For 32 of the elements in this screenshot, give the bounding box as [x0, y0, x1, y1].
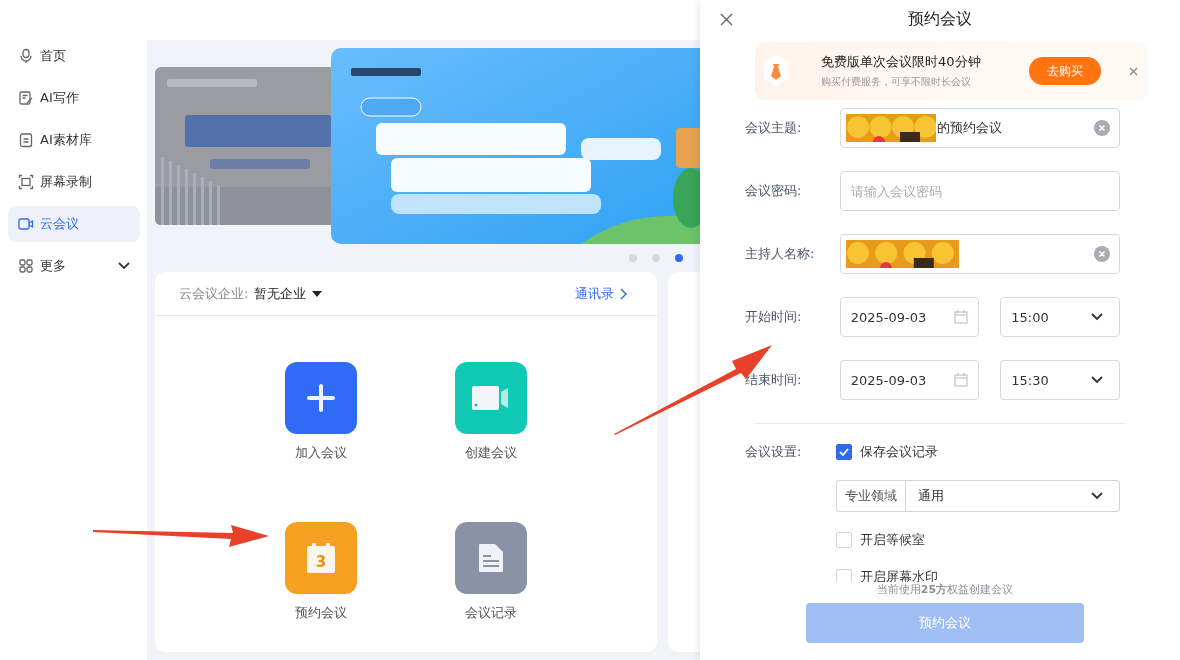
sidebar-item[interactable]: 更多: [8, 248, 140, 284]
field-label: 会议密码:: [745, 182, 803, 200]
action-tile[interactable]: 加入会议: [271, 362, 371, 462]
sidebar-item[interactable]: 云会议: [8, 206, 140, 242]
time-select[interactable]: 15:30: [1000, 360, 1120, 400]
contacts-link[interactable]: 通讯录: [575, 284, 627, 303]
checkbox-label: 开启屏幕水印: [860, 568, 938, 584]
field-label: 会议主题:: [745, 119, 803, 137]
action-tile[interactable]: 创建会议: [441, 362, 541, 462]
sidebar-item[interactable]: AI素材库: [8, 122, 140, 158]
promo-subtitle: 购买付费服务，可享不限时长会议: [821, 75, 972, 89]
promo-title: 免费版单次会议限时40分钟: [821, 53, 982, 71]
checkbox-label: 开启等候室: [860, 531, 925, 549]
time-select[interactable]: 15:00: [1000, 297, 1120, 337]
quota-note: 当前使用25方权益创建会议: [876, 582, 1014, 597]
calendar-icon: 3: [306, 543, 336, 573]
checkbox-label: 保存会议记录: [860, 443, 938, 461]
field-label: 开始时间:: [745, 308, 803, 326]
action-tile[interactable]: 会议记录: [441, 522, 541, 622]
dialog-title: 预约会议: [907, 8, 973, 30]
enterprise-dropdown[interactable]: 暂无企业: [254, 284, 323, 303]
date-field[interactable]: 2025-09-03: [839, 360, 980, 400]
input-field[interactable]: 请输入会议密码: [840, 171, 1120, 211]
sidebar-item[interactable]: 首页: [8, 38, 140, 74]
sidebar-item[interactable]: AI写作: [8, 80, 140, 116]
enterprise-label: 云会议企业:: [179, 284, 249, 303]
action-tile[interactable]: 3 预约会议: [271, 522, 371, 622]
date-field[interactable]: 2025-09-03: [839, 297, 980, 337]
field-label: 会议设置:: [745, 443, 803, 461]
field-label: 主持人名称:: [745, 245, 816, 263]
sidebar-item[interactable]: 屏幕录制: [8, 164, 140, 200]
domain-select[interactable]: 专业领域 通用: [836, 480, 1120, 512]
